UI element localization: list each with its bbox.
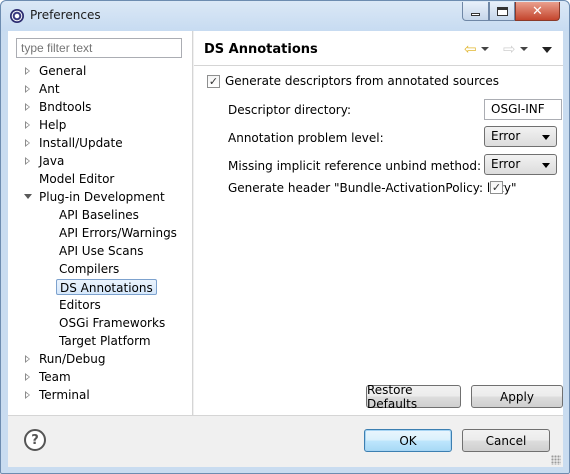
unbind-method-label: Missing implicit reference unbind method… bbox=[228, 159, 482, 173]
check-mark-icon: ✓ bbox=[491, 181, 502, 194]
tree-item-label: DS Annotations bbox=[56, 279, 157, 295]
collapsed-arrow-icon[interactable] bbox=[25, 139, 30, 147]
tree-item-label: Editors bbox=[59, 298, 101, 312]
tree-item[interactable]: OSGi Frameworks bbox=[8, 314, 193, 332]
tree-item-label: Help bbox=[39, 118, 67, 132]
maximize-icon bbox=[496, 6, 508, 16]
tree-item[interactable]: Java bbox=[8, 152, 193, 170]
problem-level-label: Annotation problem level: bbox=[228, 131, 384, 145]
preference-page: DS Annotations ⇦ ⇨ ✓ Generate descriptor… bbox=[194, 31, 563, 415]
unbind-method-value: Error bbox=[491, 157, 521, 171]
tree-item-label: Team bbox=[39, 370, 71, 384]
tree-item-label: General bbox=[39, 64, 87, 78]
tree-item-label: Run/Debug bbox=[39, 352, 106, 366]
tree-item[interactable]: Team bbox=[8, 368, 193, 386]
tree-item[interactable]: Target Platform bbox=[8, 332, 193, 350]
tree-item[interactable]: Ant bbox=[8, 80, 193, 98]
preference-tree: General Ant Bndtools Help Install/Update Java… bbox=[8, 62, 193, 404]
back-arrow-icon: ⇦ bbox=[464, 39, 477, 58]
tree-item-label: Install/Update bbox=[39, 136, 123, 150]
tree-item[interactable]: API Baselines bbox=[8, 206, 193, 224]
dropdown-arrow-icon bbox=[542, 163, 550, 168]
bottom-separator bbox=[8, 415, 563, 416]
tree-item[interactable]: API Use Scans bbox=[8, 242, 193, 260]
tree-item[interactable]: DS Annotations bbox=[8, 278, 193, 296]
dialog-body: General Ant Bndtools Help Install/Update Java… bbox=[8, 31, 563, 467]
preference-tree-panel: General Ant Bndtools Help Install/Update Java… bbox=[8, 31, 193, 415]
expanded-arrow-icon[interactable] bbox=[24, 194, 32, 199]
cancel-button[interactable]: Cancel bbox=[462, 429, 550, 452]
tree-item[interactable]: Install/Update bbox=[8, 134, 193, 152]
help-icon[interactable]: ? bbox=[24, 429, 46, 451]
eclipse-icon bbox=[10, 9, 24, 23]
collapsed-arrow-icon[interactable] bbox=[25, 157, 30, 165]
view-menu-icon[interactable] bbox=[542, 47, 552, 53]
tree-item-label: Compilers bbox=[59, 262, 120, 276]
tree-item-label: OSGi Frameworks bbox=[59, 316, 166, 330]
maximize-button[interactable] bbox=[489, 2, 515, 21]
minimize-icon bbox=[471, 12, 480, 16]
tree-item[interactable]: Plug-in Development bbox=[8, 188, 193, 206]
title-bar[interactable]: Preferences ✕ bbox=[1, 1, 569, 31]
tree-item-label: Ant bbox=[39, 82, 60, 96]
restore-defaults-button[interactable]: Restore Defaults bbox=[366, 383, 461, 411]
check-mark-icon: ✓ bbox=[208, 75, 219, 88]
title-separator bbox=[194, 65, 563, 66]
collapsed-arrow-icon[interactable] bbox=[25, 121, 30, 129]
chevron-down-icon bbox=[519, 47, 528, 51]
collapsed-arrow-icon[interactable] bbox=[25, 373, 30, 381]
tree-item-label: Model Editor bbox=[39, 172, 115, 186]
nav-forward-button[interactable]: ⇨ bbox=[503, 40, 528, 58]
tree-item-label: API Errors/Warnings bbox=[59, 226, 177, 240]
filter-input[interactable] bbox=[16, 38, 182, 58]
chevron-down-icon bbox=[480, 47, 489, 51]
page-title: DS Annotations bbox=[204, 42, 318, 57]
tree-item[interactable]: Bndtools bbox=[8, 98, 193, 116]
tree-item-label: Java bbox=[39, 154, 65, 168]
collapsed-arrow-icon[interactable] bbox=[25, 85, 30, 93]
unbind-method-select[interactable]: Error bbox=[484, 154, 557, 175]
generate-descriptors-label: Generate descriptors from annotated sour… bbox=[225, 74, 499, 88]
collapsed-arrow-icon[interactable] bbox=[25, 391, 30, 399]
tree-item-label: Terminal bbox=[39, 388, 90, 402]
tree-item[interactable]: General bbox=[8, 62, 193, 80]
resize-grip[interactable] bbox=[551, 455, 561, 465]
tree-item-label: Plug-in Development bbox=[39, 190, 165, 204]
tree-item[interactable]: Model Editor bbox=[8, 170, 193, 188]
close-button[interactable]: ✕ bbox=[515, 2, 560, 21]
collapsed-arrow-icon[interactable] bbox=[25, 355, 30, 363]
lazy-header-label: Generate header "Bundle-ActivationPolicy… bbox=[228, 181, 517, 195]
problem-level-value: Error bbox=[491, 129, 521, 143]
tree-item[interactable]: Help bbox=[8, 116, 193, 134]
problem-level-select[interactable]: Error bbox=[484, 126, 557, 147]
lazy-header-checkbox[interactable]: ✓ bbox=[490, 181, 503, 194]
minimize-button[interactable] bbox=[462, 2, 489, 21]
descriptor-directory-input[interactable]: OSGI-INF bbox=[484, 99, 562, 120]
preferences-window: Preferences ✕ General Ant Bndtools Help Inst… bbox=[0, 0, 570, 474]
nav-back-button[interactable]: ⇦ bbox=[464, 40, 489, 58]
tree-item-label: API Use Scans bbox=[59, 244, 144, 258]
tree-item-label: API Baselines bbox=[59, 208, 139, 222]
apply-button[interactable]: Apply bbox=[471, 385, 563, 408]
dropdown-arrow-icon bbox=[542, 135, 550, 140]
ok-button[interactable]: OK bbox=[364, 429, 452, 452]
tree-item[interactable]: Terminal bbox=[8, 386, 193, 404]
close-icon: ✕ bbox=[532, 3, 543, 19]
tree-item-label: Bndtools bbox=[39, 100, 92, 114]
descriptor-directory-label: Descriptor directory: bbox=[228, 103, 352, 117]
collapsed-arrow-icon[interactable] bbox=[25, 67, 30, 75]
tree-item[interactable]: Editors bbox=[8, 296, 193, 314]
window-title: Preferences bbox=[30, 8, 101, 22]
tree-item-label: Target Platform bbox=[59, 334, 151, 348]
tree-item[interactable]: API Errors/Warnings bbox=[8, 224, 193, 242]
generate-descriptors-checkbox[interactable]: ✓ bbox=[207, 75, 220, 88]
forward-arrow-icon: ⇨ bbox=[503, 39, 516, 58]
tree-item[interactable]: Run/Debug bbox=[8, 350, 193, 368]
collapsed-arrow-icon[interactable] bbox=[25, 103, 30, 111]
tree-item[interactable]: Compilers bbox=[8, 260, 193, 278]
